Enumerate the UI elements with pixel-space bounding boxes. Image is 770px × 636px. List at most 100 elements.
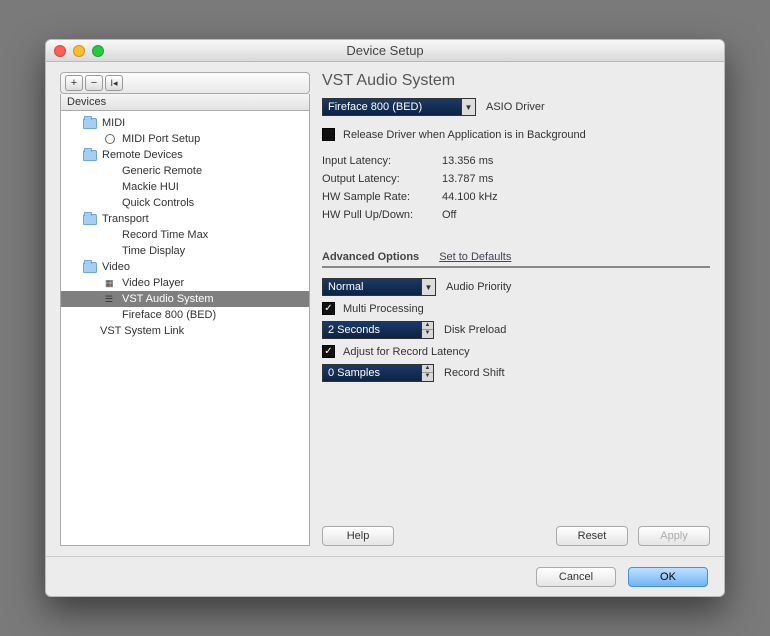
multi-processing-label: Multi Processing <box>343 303 424 315</box>
asio-driver-row: Fireface 800 (BED) ▼ ASIO Driver <box>322 98 710 116</box>
settings-panel: VST Audio System Fireface 800 (BED) ▼ AS… <box>322 72 710 546</box>
set-to-defaults-link[interactable]: Set to Defaults <box>439 251 511 263</box>
asio-driver-select[interactable]: Fireface 800 (BED) <box>322 98 462 116</box>
cancel-button[interactable]: Cancel <box>536 567 616 587</box>
multi-processing-checkbox[interactable]: ✓ <box>322 302 335 315</box>
audio-priority-label: Audio Priority <box>446 281 511 293</box>
folder-icon <box>83 214 97 225</box>
tree-item-label: Fireface 800 (BED) <box>122 309 216 321</box>
tree-item[interactable]: MIDI Port Setup <box>61 131 309 147</box>
apply-button[interactable]: Apply <box>638 526 710 546</box>
audio-priority-row: Normal ▼ Audio Priority <box>322 278 710 296</box>
dialog-footer: Cancel OK <box>46 556 724 596</box>
output-latency-label: Output Latency: <box>322 173 442 185</box>
tree-item-label: Record Time Max <box>122 229 208 241</box>
tree-item[interactable]: Mackie HUI <box>61 179 309 195</box>
stepper-down-icon[interactable]: ▼ <box>422 330 433 338</box>
content-area: + − I◂ Devices MIDI MIDI Port Setup Remote… <box>46 62 724 556</box>
adjust-record-checkbox[interactable]: ✓ <box>322 345 335 358</box>
hw-pull-label: HW Pull Up/Down: <box>322 209 442 221</box>
titlebar[interactable]: Device Setup <box>46 40 724 62</box>
tree-item[interactable]: MIDI <box>61 115 309 131</box>
audio-priority-value: Normal <box>328 281 363 293</box>
hw-sample-rate-value: 44.100 kHz <box>442 191 498 203</box>
audio-priority-select[interactable]: Normal <box>322 278 422 296</box>
tree-item[interactable]: Remote Devices <box>61 147 309 163</box>
tree-item-label: MIDI <box>102 117 125 129</box>
release-driver-label: Release Driver when Application is in Ba… <box>343 129 586 141</box>
video-icon: ▦ <box>105 278 117 288</box>
tree-item[interactable]: ☰ VST Audio System <box>61 291 309 307</box>
disk-preload-field[interactable]: 2 Seconds <box>322 321 422 339</box>
device-setup-window: Device Setup + − I◂ Devices MIDI MIDI Por… <box>45 39 725 597</box>
tree-item-label: Time Display <box>122 245 185 257</box>
stepper-up-icon[interactable]: ▲ <box>422 365 433 373</box>
record-shift-stepper[interactable]: ▲▼ <box>422 364 434 382</box>
disk-preload-stepper[interactable]: ▲▼ <box>422 321 434 339</box>
panel-title: VST Audio System <box>322 72 710 90</box>
reset-device-button[interactable]: I◂ <box>105 75 123 91</box>
devices-pane: + − I◂ Devices MIDI MIDI Port Setup Remote… <box>60 72 310 546</box>
record-shift-value: 0 Samples <box>328 367 380 379</box>
help-button[interactable]: Help <box>322 526 394 546</box>
devices-header: Devices <box>60 94 310 111</box>
stepper-down-icon[interactable]: ▼ <box>422 373 433 381</box>
input-latency-label: Input Latency: <box>322 155 442 167</box>
add-device-button[interactable]: + <box>65 75 83 91</box>
tree-item-label: Mackie HUI <box>122 181 179 193</box>
folder-icon <box>83 150 97 161</box>
stepper-up-icon[interactable]: ▲ <box>422 322 433 330</box>
tree-item[interactable]: Transport <box>61 211 309 227</box>
latency-info: Input Latency:13.356 ms Output Latency:1… <box>322 155 710 227</box>
tree-item-label: Generic Remote <box>122 165 202 177</box>
tree-item-label: VST System Link <box>100 325 184 337</box>
tree-item[interactable]: Quick Controls <box>61 195 309 211</box>
ok-button[interactable]: OK <box>628 567 708 587</box>
multi-processing-row: ✓ Multi Processing <box>322 302 710 315</box>
disk-preload-label: Disk Preload <box>444 324 506 336</box>
asio-driver-label: ASIO Driver <box>486 101 545 113</box>
reset-button[interactable]: Reset <box>556 526 628 546</box>
hw-sample-rate-label: HW Sample Rate: <box>322 191 442 203</box>
tree-item[interactable]: VST System Link <box>61 323 309 339</box>
asio-driver-value: Fireface 800 (BED) <box>328 101 422 113</box>
audio-icon: ☰ <box>105 294 117 304</box>
tree-item-label: Quick Controls <box>122 197 194 209</box>
tree-item[interactable]: Record Time Max <box>61 227 309 243</box>
tree-item-label: VST Audio System <box>122 293 214 305</box>
advanced-options-title: Advanced Options <box>322 251 419 263</box>
dropdown-arrow-icon[interactable]: ▼ <box>462 98 476 116</box>
tree-item-label: MIDI Port Setup <box>122 133 200 145</box>
record-shift-row: 0 Samples ▲▼ Record Shift <box>322 364 710 382</box>
output-latency-value: 13.787 ms <box>442 173 493 185</box>
record-shift-field[interactable]: 0 Samples <box>322 364 422 382</box>
release-driver-checkbox[interactable] <box>322 128 335 141</box>
hw-pull-value: Off <box>442 209 456 221</box>
tree-item[interactable]: Fireface 800 (BED) <box>61 307 309 323</box>
folder-icon <box>83 262 97 273</box>
tree-item[interactable]: Generic Remote <box>61 163 309 179</box>
port-icon <box>105 134 117 144</box>
release-driver-row: Release Driver when Application is in Ba… <box>322 128 710 141</box>
disk-preload-row: 2 Seconds ▲▼ Disk Preload <box>322 321 710 339</box>
tree-item-label: Remote Devices <box>102 149 183 161</box>
devices-toolbar: + − I◂ <box>60 72 310 94</box>
adjust-record-row: ✓ Adjust for Record Latency <box>322 345 710 358</box>
tree-item-label: Transport <box>102 213 149 225</box>
advanced-options-header: Advanced Options Set to Defaults <box>322 251 710 268</box>
folder-icon <box>83 118 97 129</box>
adjust-record-label: Adjust for Record Latency <box>343 346 470 358</box>
devices-tree[interactable]: MIDI MIDI Port Setup Remote Devices Generic… <box>60 111 310 546</box>
tree-item-label: Video Player <box>122 277 184 289</box>
record-shift-label: Record Shift <box>444 367 505 379</box>
panel-buttons: Help Reset Apply <box>322 514 710 546</box>
dropdown-arrow-icon[interactable]: ▼ <box>422 278 436 296</box>
tree-item[interactable]: Time Display <box>61 243 309 259</box>
disk-preload-value: 2 Seconds <box>328 324 380 336</box>
tree-item-label: Video <box>102 261 130 273</box>
window-title: Device Setup <box>46 43 724 58</box>
tree-item[interactable]: Video <box>61 259 309 275</box>
remove-device-button[interactable]: − <box>85 75 103 91</box>
tree-item[interactable]: ▦ Video Player <box>61 275 309 291</box>
input-latency-value: 13.356 ms <box>442 155 493 167</box>
